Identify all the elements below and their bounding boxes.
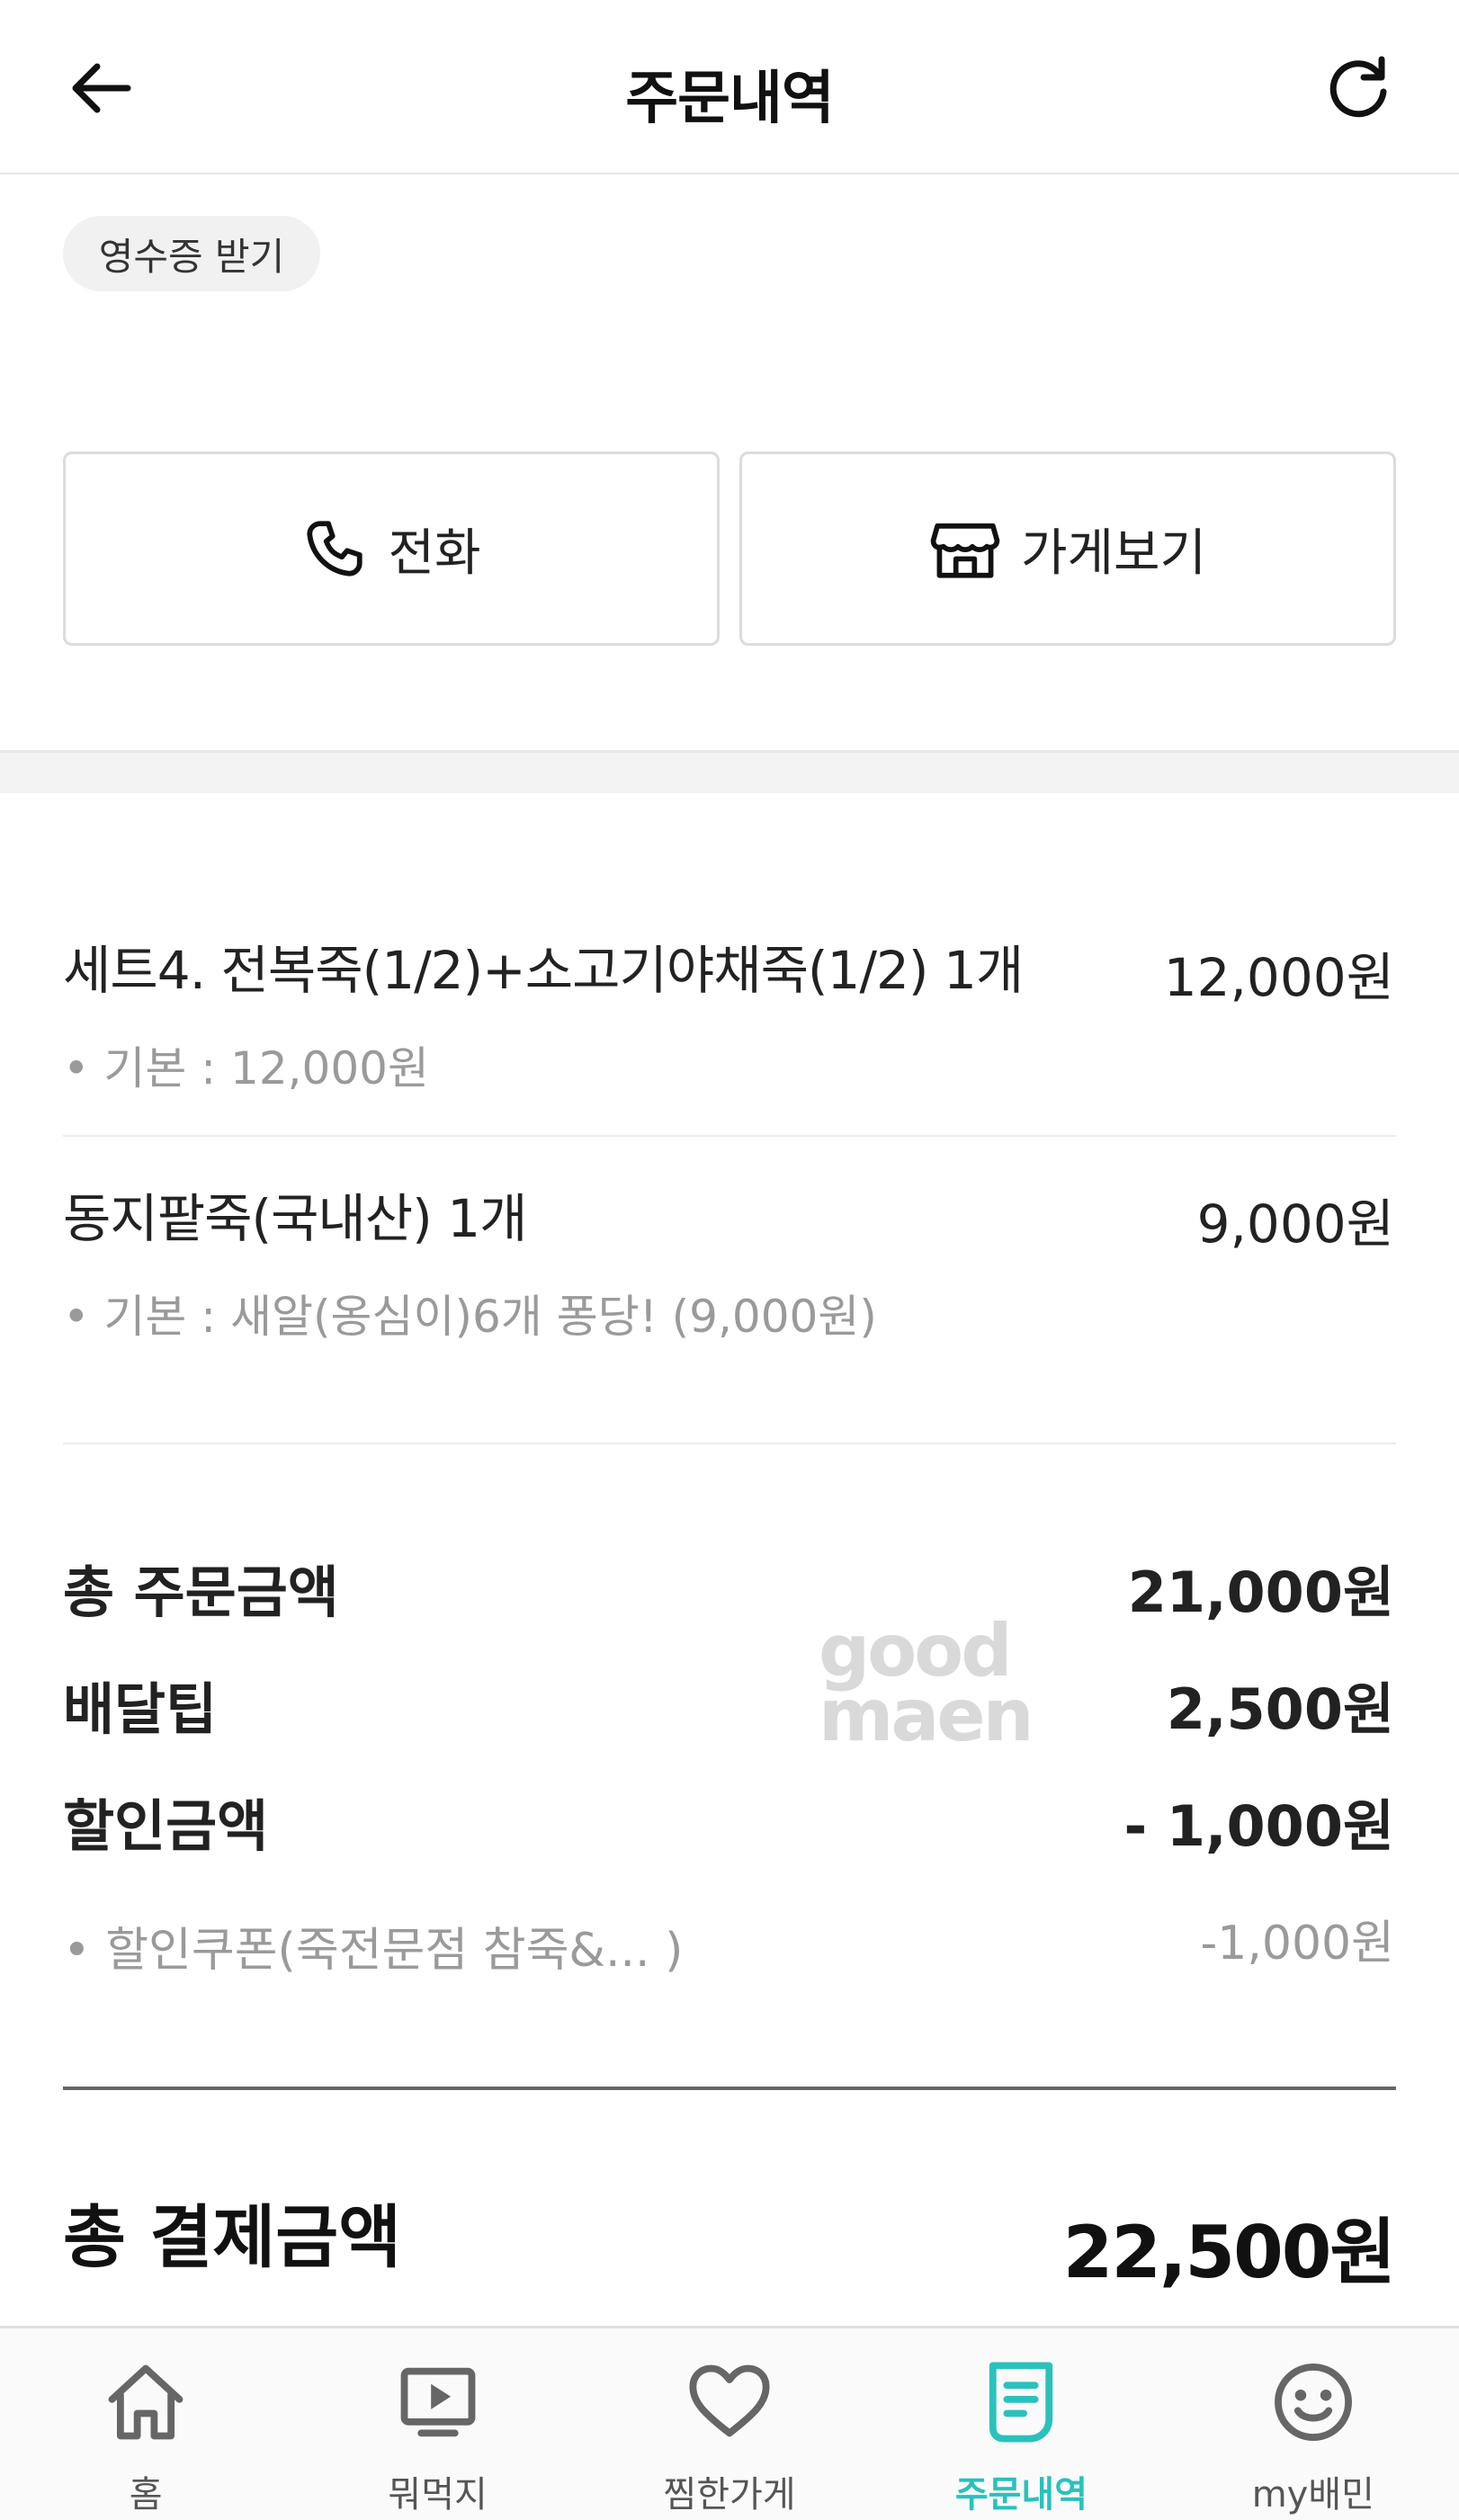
discount-value: - 1,000원 [1123, 1793, 1394, 1859]
discount-label: 할인금액 [63, 1793, 269, 1859]
coupon-label: • 할인쿠폰(죽전문점 참죽&... ) [63, 1924, 684, 1978]
view-store-button[interactable]: 가게보기 [739, 451, 1396, 646]
order-total-value: 21,000원 [1127, 1559, 1394, 1625]
phone-icon [307, 521, 363, 576]
totals-divider [63, 2087, 1396, 2090]
page-title: 주문내역 [625, 66, 835, 132]
refresh-button[interactable] [1313, 43, 1403, 133]
nav-label: 뭐먹지 [388, 2474, 488, 2516]
nav-label: my배민 [1251, 2474, 1374, 2516]
refresh-icon [1329, 56, 1387, 118]
watermark-line: maen [819, 1674, 1034, 1757]
coupon-value: -1,000원 [1200, 1917, 1394, 1970]
view-store-label: 가게보기 [1020, 523, 1207, 583]
items-divider [63, 1443, 1396, 1444]
delivery-tip-label: 배달팁 [63, 1676, 218, 1742]
order-item-option: • 기본 : 12,000원 [63, 1042, 429, 1095]
nav-item-my-baemin[interactable]: my배민 [1168, 2328, 1459, 2520]
nav-label: 홈 [129, 2474, 163, 2516]
grand-total-value: 22,500원 [1062, 2211, 1396, 2294]
order-item-name: 세트4. 전복죽(1/2)+소고기야채죽(1/2) 1개 [63, 940, 1024, 1001]
nav-item-what-to-eat[interactable]: 뭐먹지 [291, 2328, 583, 2520]
nav-label: 주문내역 [954, 2474, 1088, 2516]
order-total-label: 총 주문금액 [63, 1559, 339, 1625]
order-item-name: 동지팥죽(국내산) 1개 [63, 1188, 527, 1249]
watermark: good maen [819, 1615, 1034, 1757]
section-separator [0, 750, 1459, 793]
nav-item-order-history[interactable]: 주문내역 [875, 2328, 1167, 2520]
app-header: 주문내역 [0, 0, 1459, 174]
nav-label: 찜한가게 [663, 2474, 796, 2516]
order-item-price: 9,000원 [1196, 1193, 1394, 1255]
order-item-option: • 기본 : 새알(옹심이)6개 퐁당! (9,000원) [63, 1291, 877, 1343]
play-screen-icon [391, 2355, 485, 2449]
item-divider [63, 1135, 1396, 1137]
call-button[interactable]: 전화 [63, 451, 720, 646]
bottom-navigation: 홈 뭐먹지 찜한가게 주문내역 my배민 [0, 2326, 1459, 2520]
nav-item-home[interactable]: 홈 [0, 2328, 291, 2520]
nav-item-favorites[interactable]: 찜한가게 [584, 2328, 875, 2520]
receipt-icon [974, 2355, 1068, 2449]
receipt-button[interactable]: 영수증 받기 [63, 216, 320, 291]
smiley-icon [1267, 2355, 1360, 2449]
grand-total-label: 총 결제금액 [63, 2197, 402, 2277]
delivery-tip-value: 2,500원 [1166, 1676, 1394, 1742]
call-label: 전화 [388, 523, 481, 583]
home-icon [99, 2355, 192, 2449]
order-item-price: 12,000원 [1163, 947, 1394, 1008]
store-icon [930, 523, 1000, 578]
heart-icon [683, 2355, 776, 2449]
